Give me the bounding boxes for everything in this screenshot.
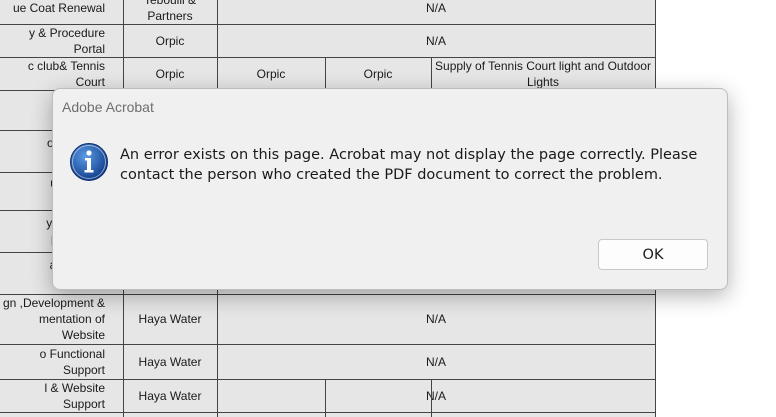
info-icon — [70, 143, 108, 181]
status-cell: N/A — [425, 1, 446, 15]
dialog-title: Adobe Acrobat — [62, 99, 154, 115]
vendor-cell: Teboulli & Partners — [143, 0, 197, 23]
status-cell: N/A — [425, 312, 446, 326]
service-cell: gn ,Development & mentation of Website — [2, 296, 105, 342]
service-cell: o Functional Support — [39, 346, 105, 377]
ok-button[interactable]: OK — [598, 239, 708, 270]
table-grid-line — [325, 57, 326, 90]
table-grid-line — [0, 24, 655, 25]
table-cell: Orpic — [363, 66, 393, 81]
service-cell: ue Coat Renewal — [12, 1, 105, 15]
vendor-cell: Orpic — [155, 66, 185, 81]
table-grid-line — [0, 412, 655, 413]
service-cell: c club& Tennis Court — [27, 58, 105, 89]
status-cell: N/A — [425, 354, 446, 369]
table-cell: Orpic — [256, 66, 286, 81]
status-cell: N/A — [425, 388, 446, 403]
table-cell: Supply of Tennis Court light and Outdoor… — [435, 58, 651, 89]
error-dialog: Adobe Acrobat An error exists on this pa… — [52, 88, 728, 290]
vendor-cell: Haya Water — [138, 354, 202, 369]
table-grid-line — [0, 294, 655, 295]
table-grid-line — [431, 379, 432, 417]
service-cell: y & Procedure Portal — [28, 25, 105, 56]
vendor-cell: Haya Water — [138, 312, 202, 326]
error-message: An error exists on this page. Acrobat ma… — [120, 147, 698, 183]
table-grid-line — [0, 344, 655, 345]
service-cell: l & Website Support — [44, 380, 105, 411]
vendor-cell: Haya Water — [138, 388, 202, 403]
table-grid-line — [325, 379, 326, 417]
table-grid-line — [0, 57, 655, 58]
table-grid-line — [431, 57, 432, 90]
table-grid-line — [0, 379, 655, 380]
vendor-cell: Orpic — [155, 33, 185, 48]
status-cell: N/A — [425, 33, 446, 48]
